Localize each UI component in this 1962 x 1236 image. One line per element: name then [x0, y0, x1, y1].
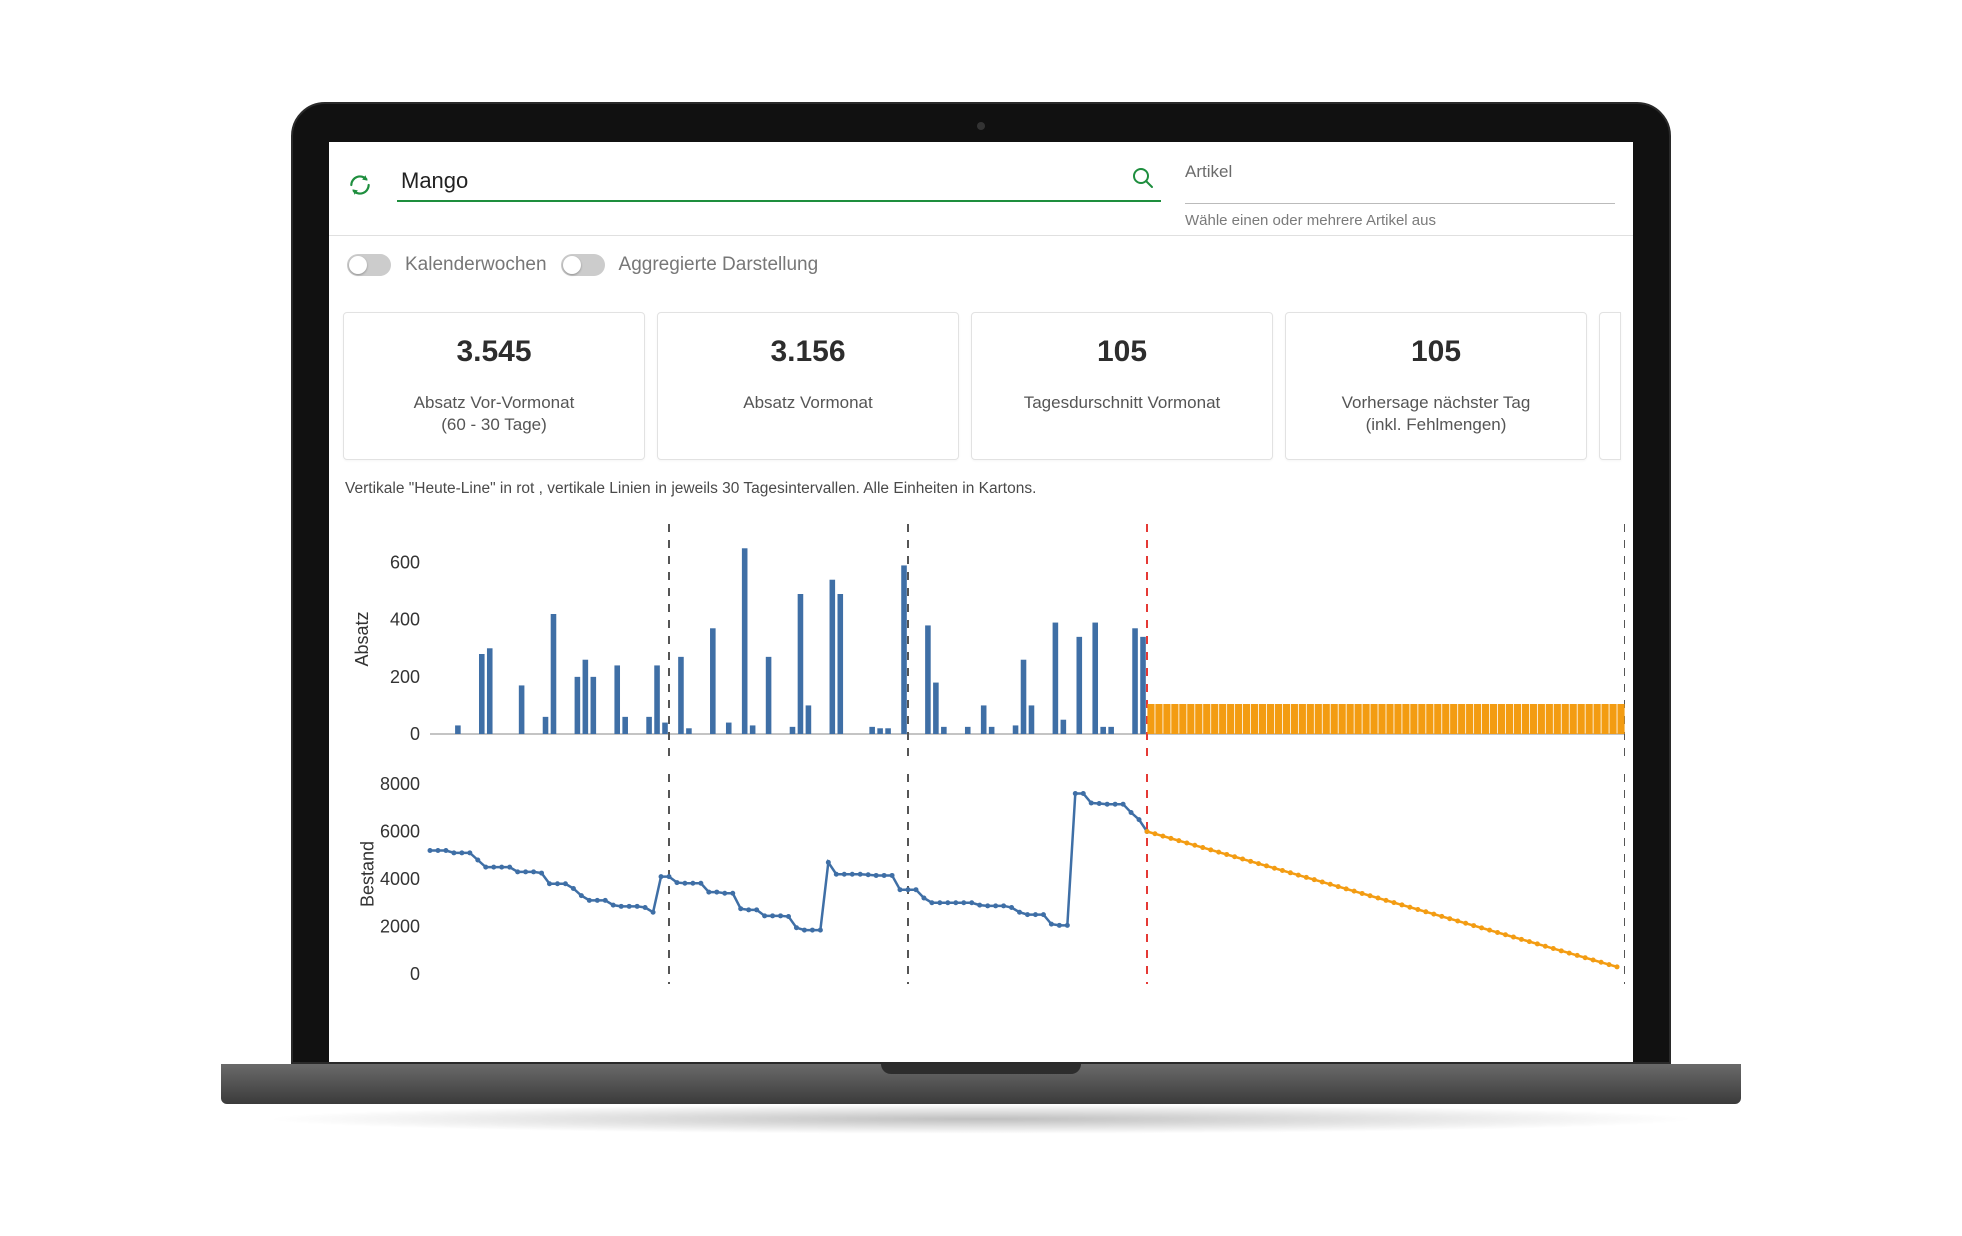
toggle-aggregiert-label: Aggregierte Darstellung	[619, 254, 819, 276]
bestand-svg: 0 2000 4000 6000 8000	[335, 764, 1625, 984]
laptop-base	[221, 1064, 1741, 1104]
toggle-kalenderwochen[interactable]	[347, 254, 391, 276]
article-input-underline	[1185, 200, 1615, 204]
laptop-frame: Artikel Wähle einen oder mehrere Artikel…	[291, 102, 1671, 1134]
app-screen: Artikel Wähle einen oder mehrere Artikel…	[329, 142, 1633, 1062]
topbar: Artikel Wähle einen oder mehrere Artikel…	[329, 142, 1633, 236]
kpi-sublabel: (60 - 30 Tage)	[354, 415, 634, 435]
kpi-card: 3.545 Absatz Vor-Vormonat (60 - 30 Tage)	[343, 312, 645, 460]
svg-text:4000: 4000	[380, 869, 420, 889]
kpi-value: 3.156	[668, 335, 948, 369]
kpi-label: Tagesdurschnitt Vormonat	[982, 391, 1262, 415]
laptop-shadow	[261, 1104, 1701, 1134]
article-hint: Wähle einen oder mehrere Artikel aus	[1185, 212, 1615, 229]
chart-caption: Vertikale "Heute-Line" in rot , vertikal…	[329, 470, 1633, 504]
kpi-label: Vorhersage nächster Tag	[1296, 391, 1576, 415]
search-input[interactable]	[397, 162, 1161, 202]
kpi-card-more[interactable]	[1599, 312, 1621, 460]
kpi-value: 3.545	[354, 335, 634, 369]
kpi-cards: 3.545 Absatz Vor-Vormonat (60 - 30 Tage)…	[329, 286, 1633, 470]
search-wrap	[397, 162, 1161, 216]
toggle-aggregiert[interactable]	[561, 254, 605, 276]
charts: Absatz 0 200 400 600 Bestand 0 2000 4000 6000 8…	[329, 504, 1633, 984]
svg-text:8000: 8000	[380, 774, 420, 794]
search-icon[interactable]	[1131, 166, 1155, 190]
svg-text:200: 200	[390, 667, 420, 687]
absatz-ylabel: Absatz	[352, 611, 373, 666]
camera-dot	[977, 122, 985, 130]
absatz-chart: Absatz 0 200 400 600	[335, 514, 1627, 764]
bestand-ylabel: Bestand	[358, 841, 379, 907]
toggle-kalenderwochen-label: Kalenderwochen	[405, 254, 547, 276]
svg-text:400: 400	[390, 610, 420, 630]
kpi-label: Absatz Vor-Vormonat	[354, 391, 634, 415]
absatz-svg: 0 200 400 600	[335, 514, 1625, 764]
svg-text:6000: 6000	[380, 821, 420, 841]
article-selector[interactable]: Artikel Wähle einen oder mehrere Artikel…	[1185, 162, 1615, 229]
kpi-card: 105 Tagesdurschnitt Vormonat	[971, 312, 1273, 460]
svg-text:0: 0	[410, 724, 420, 744]
svg-text:600: 600	[390, 552, 420, 572]
refresh-icon[interactable]	[347, 172, 373, 198]
kpi-card: 3.156 Absatz Vormonat	[657, 312, 959, 460]
view-toggles: Kalenderwochen Aggregierte Darstellung	[329, 236, 1633, 286]
kpi-card: 105 Vorhersage nächster Tag (inkl. Fehlm…	[1285, 312, 1587, 460]
article-label: Artikel	[1185, 162, 1615, 182]
svg-text:0: 0	[410, 964, 420, 984]
laptop-bezel: Artikel Wähle einen oder mehrere Artikel…	[291, 102, 1671, 1064]
kpi-sublabel: (inkl. Fehlmengen)	[1296, 415, 1576, 435]
kpi-value: 105	[1296, 335, 1576, 369]
svg-text:2000: 2000	[380, 916, 420, 936]
kpi-value: 105	[982, 335, 1262, 369]
bestand-chart: Bestand 0 2000 4000 6000 8000	[335, 764, 1627, 984]
kpi-label: Absatz Vormonat	[668, 391, 948, 415]
